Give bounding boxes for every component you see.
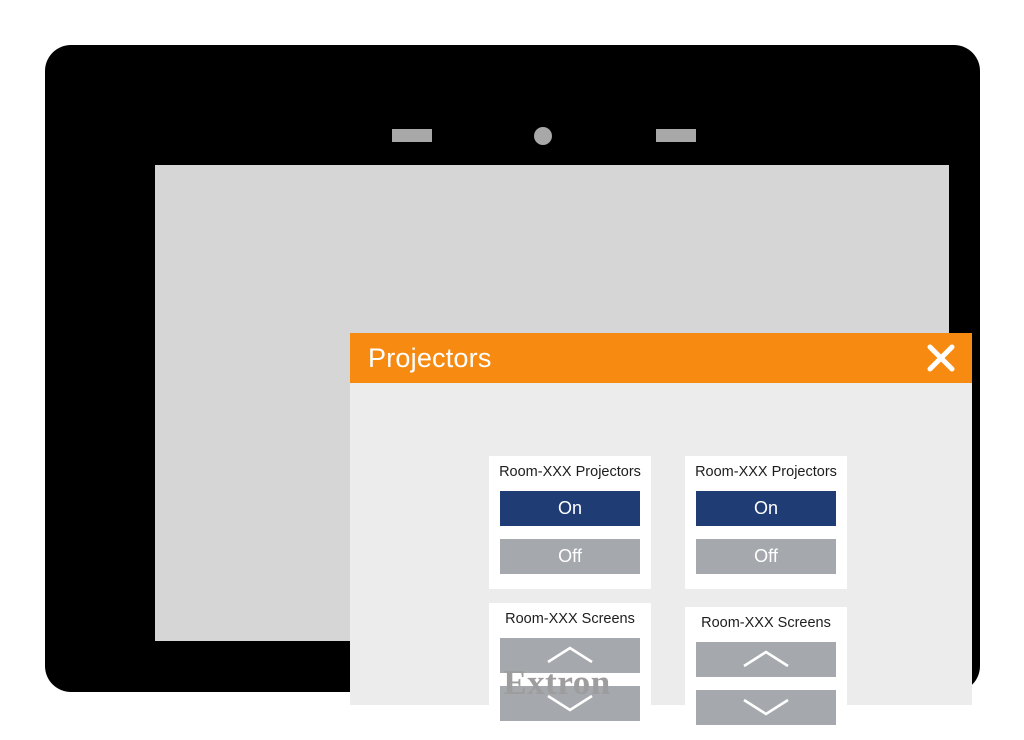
card-title: Room-XXX Projectors <box>499 464 641 480</box>
projectors-right-off-button[interactable]: Off <box>696 538 836 574</box>
close-x-icon[interactable] <box>924 341 958 375</box>
speaker-grille-left-icon <box>392 129 432 142</box>
projectors-right-on-button[interactable]: On <box>696 490 836 526</box>
touch-panel-device: Projectors Room-XXX Projectors On Off Ro… <box>45 45 980 740</box>
card-title: Room-XXX Projectors <box>695 464 837 480</box>
dialog-title: Projectors <box>368 342 492 373</box>
projectors-dialog: Projectors Room-XXX Projectors On Off Ro… <box>350 333 972 740</box>
card-projectors-right: Room-XXX Projectors On Off <box>685 456 847 589</box>
sensor-dot-icon <box>534 127 552 145</box>
dialog-body: Room-XXX Projectors On Off Room-XXX Proj… <box>350 383 972 740</box>
card-title: Room-XXX Screens <box>701 615 831 631</box>
projectors-left-off-button[interactable]: Off <box>500 538 640 574</box>
dialog-titlebar: Projectors <box>350 333 972 383</box>
card-projectors-left: Room-XXX Projectors On Off <box>489 456 651 589</box>
projectors-left-on-button[interactable]: On <box>500 490 640 526</box>
lcd-screen: Projectors Room-XXX Projectors On Off Ro… <box>155 165 972 740</box>
extron-brand-logo: Extron <box>503 663 611 702</box>
speaker-grille-right-icon <box>656 129 696 142</box>
card-title: Room-XXX Screens <box>505 611 635 627</box>
